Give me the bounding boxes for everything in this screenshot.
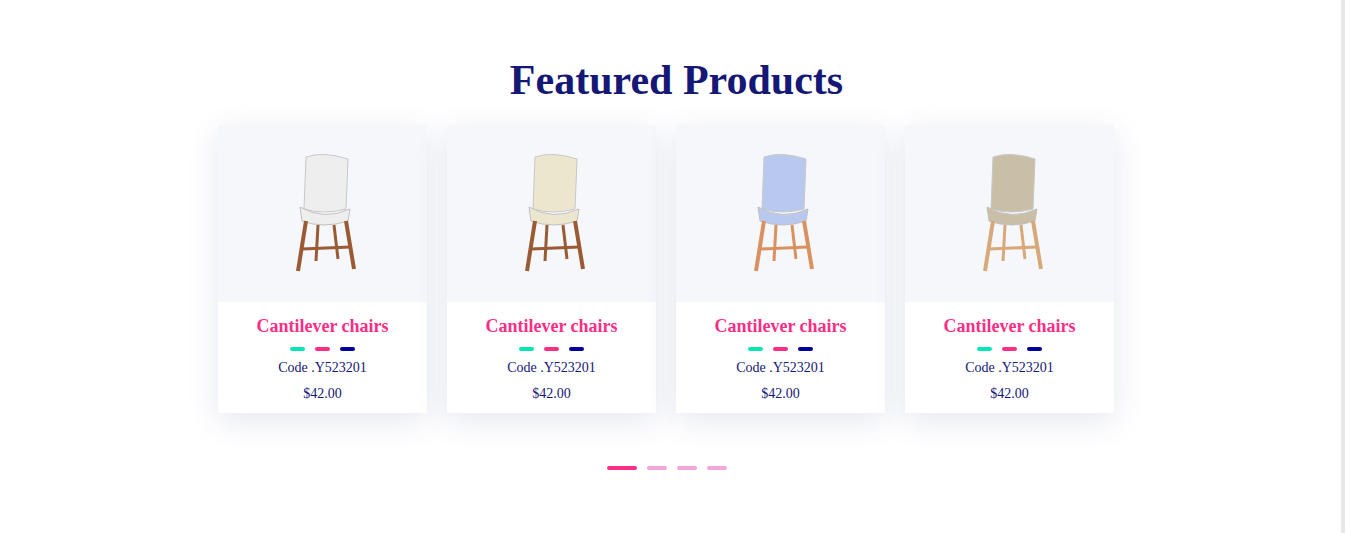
product-code: Code .Y523201 — [507, 358, 596, 378]
color-swatch[interactable] — [773, 347, 788, 351]
product-price: $42.00 — [761, 384, 800, 404]
product-list: Cantilever chairsCode .Y523201$42.00Cant… — [0, 125, 1341, 413]
pagination-dot[interactable] — [677, 466, 697, 470]
product-price: $42.00 — [303, 384, 342, 404]
color-swatches — [977, 347, 1042, 351]
product-image[interactable] — [218, 125, 427, 302]
chair-image-icon — [497, 149, 607, 279]
product-image[interactable] — [676, 125, 885, 302]
product-card[interactable]: Cantilever chairs Code .Y523201 $42.00 — [676, 125, 885, 413]
product-info: Cantilever chairs Code .Y523201 $42.00 — [218, 302, 427, 413]
product-code: Code .Y523201 — [736, 358, 825, 378]
pagination-dot[interactable] — [707, 466, 727, 470]
pagination-dot[interactable] — [647, 466, 667, 470]
chair-image-icon — [268, 149, 378, 279]
chair-image-icon — [955, 149, 1065, 279]
color-swatch[interactable] — [977, 347, 992, 351]
color-swatch[interactable] — [748, 347, 763, 351]
product-info: Cantilever chairs Code .Y523201 $42.00 — [447, 302, 656, 413]
product-name[interactable]: Cantilever chairs — [256, 314, 388, 338]
product-code: Code .Y523201 — [278, 358, 367, 378]
product-code: Code .Y523201 — [965, 358, 1054, 378]
product-info: Cantilever chairs Code .Y523201 $42.00 — [676, 302, 885, 413]
color-swatch[interactable] — [1002, 347, 1017, 351]
product-price: $42.00 — [532, 384, 571, 404]
color-swatches — [748, 347, 813, 351]
product-name[interactable]: Cantilever chairs — [485, 314, 617, 338]
product-info: Cantilever chairs Code .Y523201 $42.00 — [905, 302, 1114, 413]
color-swatch[interactable] — [798, 347, 813, 351]
product-image[interactable] — [447, 125, 656, 302]
color-swatches — [519, 347, 584, 351]
color-swatch[interactable] — [340, 347, 355, 351]
product-card[interactable]: Cantilever chairs Code .Y523201 $42.00 — [447, 125, 656, 413]
color-swatch[interactable] — [315, 347, 330, 351]
product-name[interactable]: Cantilever chairs — [714, 314, 846, 338]
color-swatch[interactable] — [1027, 347, 1042, 351]
product-name[interactable]: Cantilever chairs — [943, 314, 1075, 338]
chair-image-icon — [726, 149, 836, 279]
color-swatch[interactable] — [544, 347, 559, 351]
product-card[interactable]: Cantilever chairs Code .Y523201 $42.00 — [905, 125, 1114, 413]
color-swatches — [290, 347, 355, 351]
section-title: Featured Products — [0, 55, 1341, 105]
pagination-dot[interactable] — [607, 466, 637, 470]
product-card[interactable]: Cantilever chairs Code .Y523201 $42.00 — [218, 125, 427, 413]
color-swatch[interactable] — [290, 347, 305, 351]
color-swatch[interactable] — [569, 347, 584, 351]
product-price: $42.00 — [990, 384, 1029, 404]
pagination — [0, 466, 1341, 470]
color-swatch[interactable] — [519, 347, 534, 351]
product-image[interactable] — [905, 125, 1114, 302]
